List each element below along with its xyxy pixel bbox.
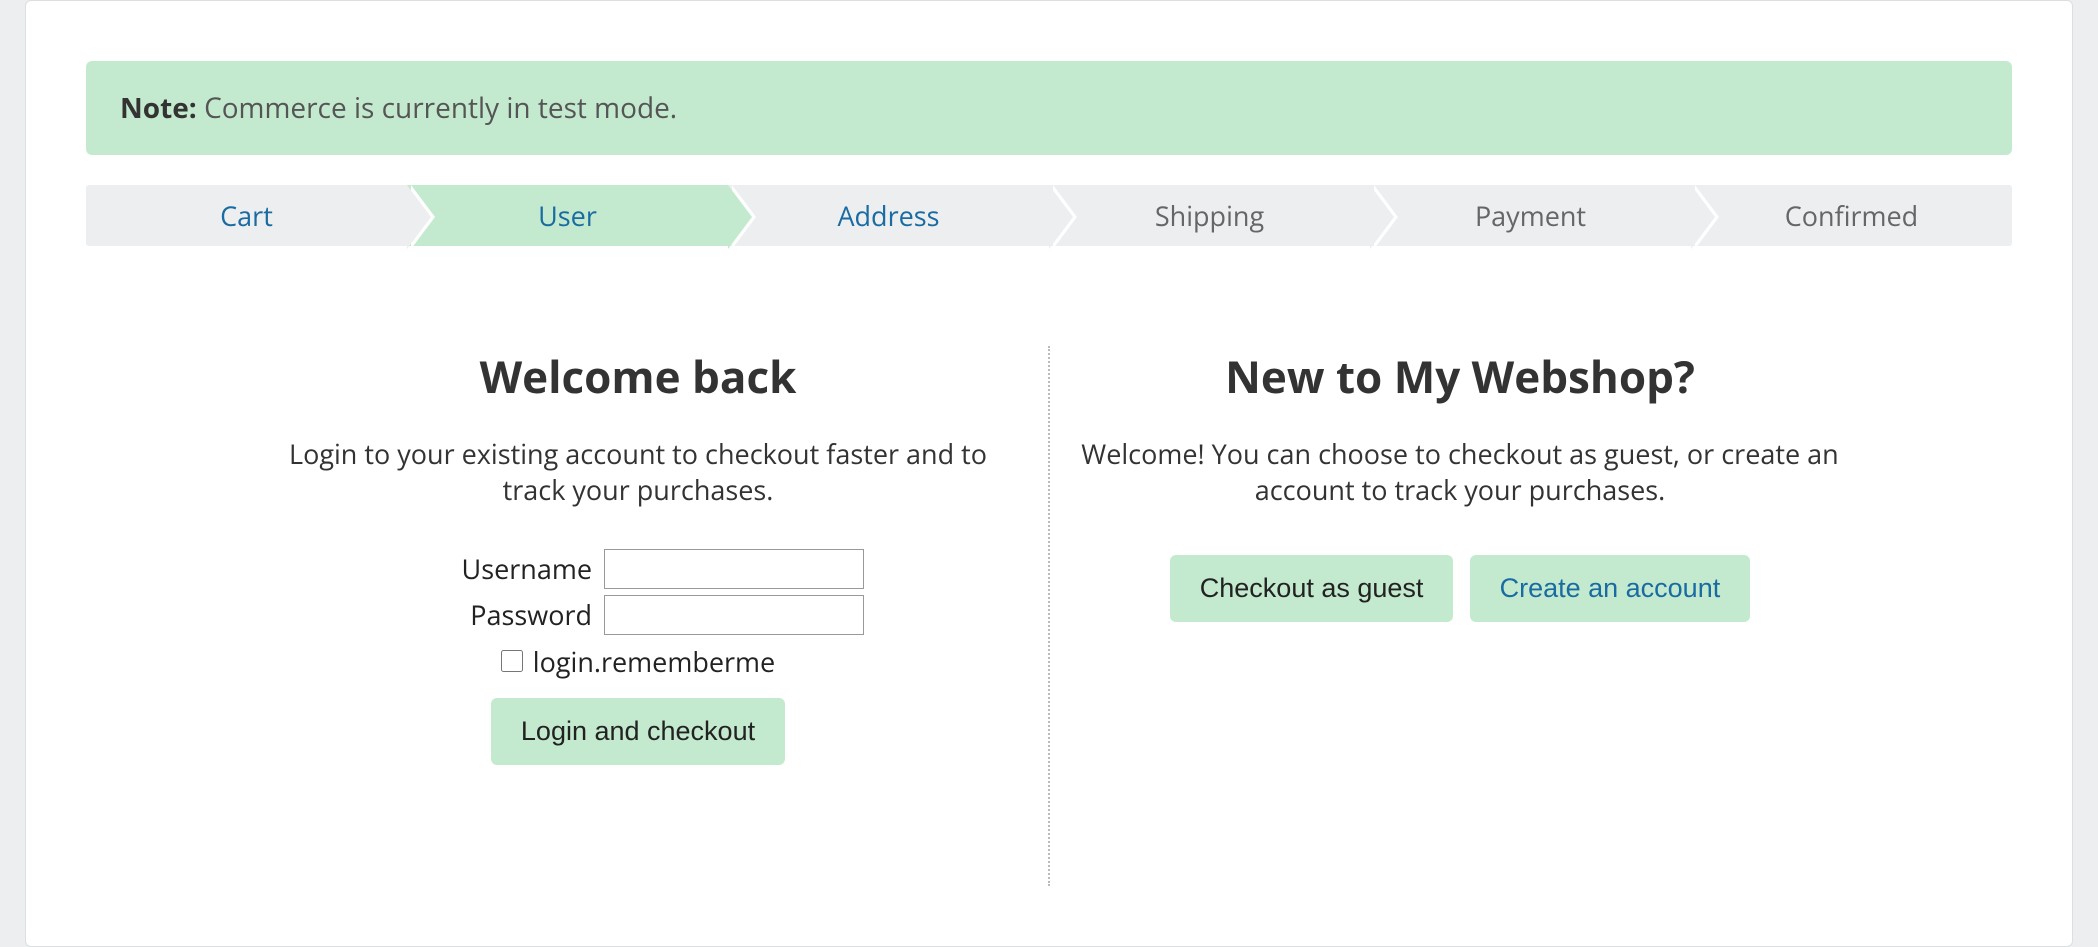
username-row: Username: [258, 549, 1018, 589]
create-account-button[interactable]: Create an account: [1470, 555, 1751, 622]
username-label: Username: [412, 550, 592, 587]
step-payment: Payment: [1370, 185, 1691, 246]
step-confirmed-label: Confirmed: [1785, 197, 1918, 234]
step-cart-label: Cart: [220, 197, 273, 234]
column-divider: [1048, 346, 1050, 886]
password-label: Password: [412, 596, 592, 633]
remember-row: login.rememberme: [258, 643, 1018, 680]
login-lead: Login to your existing account to checko…: [258, 436, 1018, 509]
alert-prefix: Note:: [120, 89, 197, 127]
alert-message: Commerce is currently in test mode.: [204, 89, 677, 127]
username-input[interactable]: [604, 549, 864, 589]
password-row: Password: [258, 595, 1018, 635]
guest-heading: New to My Webshop?: [1080, 346, 1840, 406]
guest-lead: Welcome! You can choose to checkout as g…: [1080, 436, 1840, 509]
checkout-page: Note: Commerce is currently in test mode…: [25, 0, 2073, 947]
test-mode-alert: Note: Commerce is currently in test mode…: [86, 61, 2012, 155]
step-user-label: User: [538, 197, 597, 234]
remember-checkbox[interactable]: [501, 650, 523, 672]
step-cart[interactable]: Cart: [86, 185, 407, 246]
step-payment-label: Payment: [1475, 197, 1586, 234]
login-checkout-button[interactable]: Login and checkout: [491, 698, 785, 765]
checkout-guest-button[interactable]: Checkout as guest: [1170, 555, 1454, 622]
remember-label: login.rememberme: [533, 643, 775, 680]
step-address-label: Address: [837, 197, 939, 234]
step-address[interactable]: Address: [728, 185, 1049, 246]
step-shipping: Shipping: [1049, 185, 1370, 246]
step-confirmed: Confirmed: [1691, 185, 2012, 246]
login-column: Welcome back Login to your existing acco…: [258, 346, 1018, 771]
password-input[interactable]: [604, 595, 864, 635]
step-user[interactable]: User: [407, 185, 728, 246]
guest-column: New to My Webshop? Welcome! You can choo…: [1080, 346, 1840, 628]
login-heading: Welcome back: [258, 346, 1018, 406]
checkout-progress: Cart User Address Shipping Payment Confi…: [86, 185, 2012, 246]
step-shipping-label: Shipping: [1155, 197, 1264, 234]
account-choice-columns: Welcome back Login to your existing acco…: [86, 306, 2012, 886]
